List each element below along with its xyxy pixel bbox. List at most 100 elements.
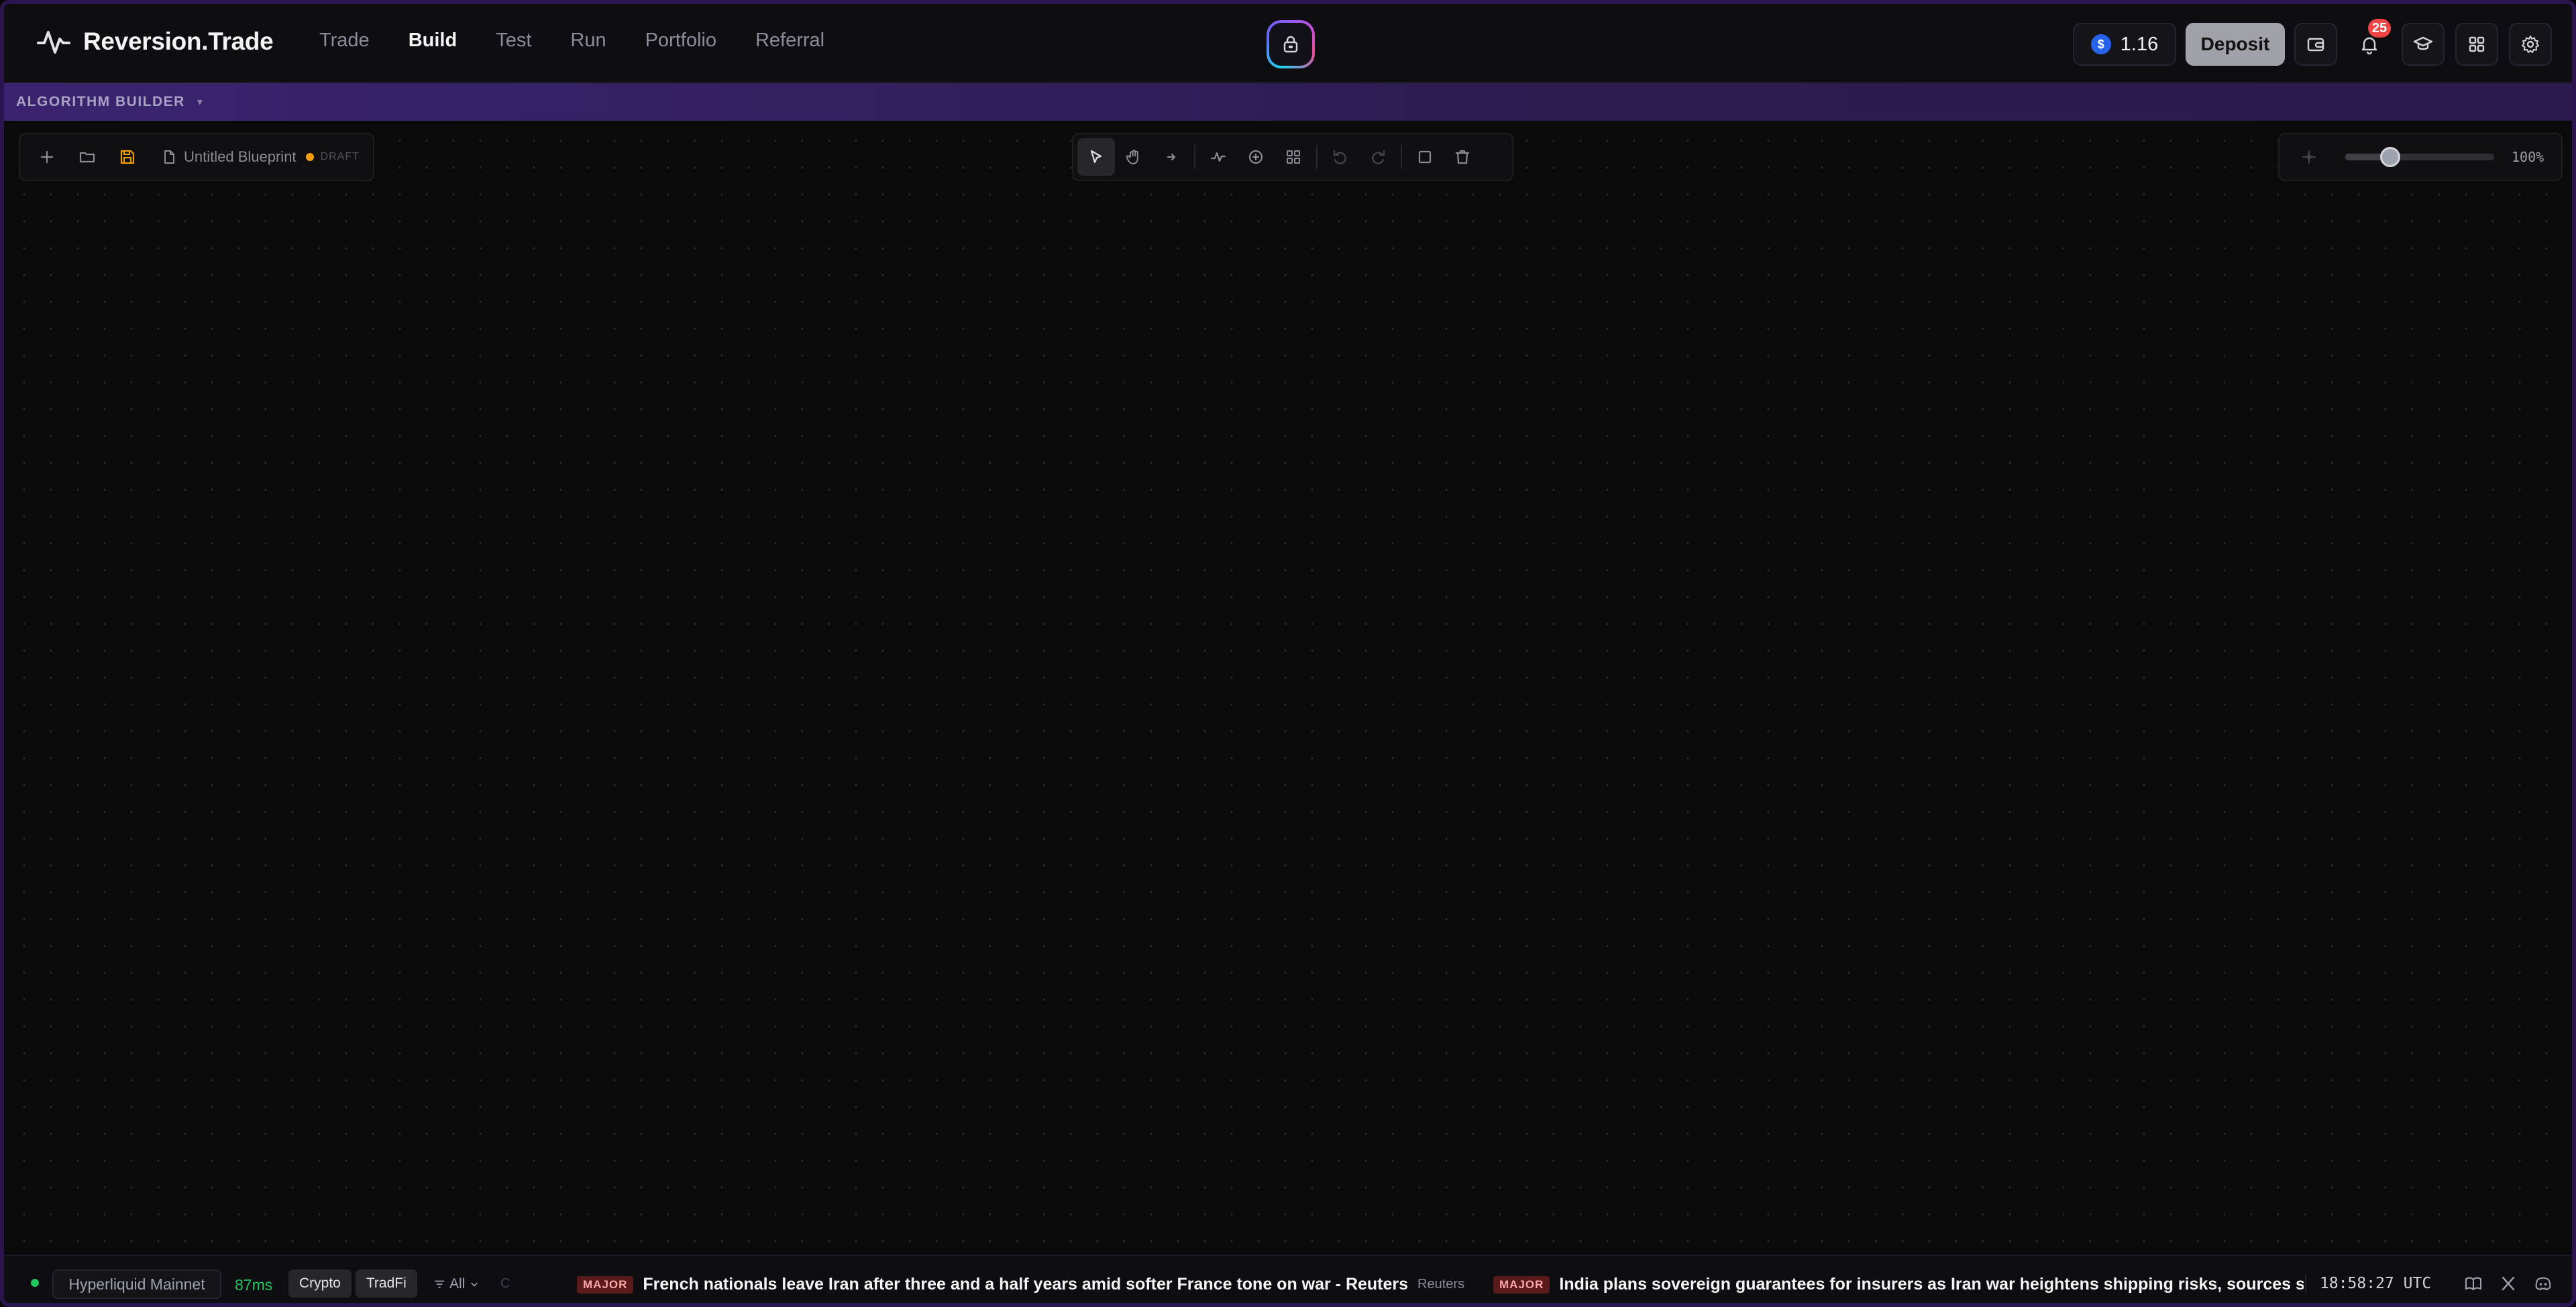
unsaved-dot [305,153,314,161]
undo-button[interactable] [1322,138,1359,176]
nav-build[interactable]: Build [409,30,458,52]
news-item[interactable]: MAJOR French nationals leave Iran after … [577,1275,1464,1294]
redo-icon [1372,150,1385,164]
canvas-tools [1072,133,1513,181]
book-open-icon [2465,1277,2481,1290]
save-button[interactable] [109,138,146,176]
market-tab-tradfi[interactable]: TradFi [355,1269,417,1298]
pan-tool[interactable] [1115,138,1152,176]
news-tag: MAJOR [1493,1275,1550,1294]
lock-bag-icon [1283,36,1298,53]
new-button[interactable] [28,138,66,176]
nav-trade[interactable]: Trade [319,30,370,52]
connection-status-dot [31,1279,39,1287]
section-title: ALGORITHM BUILDER [16,94,185,109]
file-name-display[interactable]: Untitled Blueprint DRAFT [161,148,360,166]
nav-test[interactable]: Test [496,30,531,52]
hand-icon [1126,150,1138,164]
discord-button[interactable] [2532,1272,2555,1295]
file-toolbar: Untitled Blueprint DRAFT [19,133,374,181]
assistant-button[interactable] [1267,20,1315,68]
latency-value: 87ms [235,1276,273,1294]
market-toggle: Crypto TradFi [288,1269,417,1298]
main-nav: Trade Build Test Run Portfolio Referral [319,30,824,52]
indicator-tool[interactable] [1199,138,1237,176]
crosshair-icon [2302,150,2316,164]
x-logo-icon [2502,1276,2515,1291]
fit-view-button[interactable] [2290,138,2328,176]
balance-value: 1.16 [2120,33,2159,55]
utc-clock: 18:58:27 UTC [2305,1275,2431,1292]
zoom-slider-thumb[interactable] [2379,147,2400,167]
nav-referral[interactable]: Referral [755,30,824,52]
x-social-button[interactable] [2497,1272,2520,1295]
ticker-fragment: C [500,1276,511,1291]
zoom-slider[interactable] [2345,147,2494,167]
connect-tool[interactable] [1152,138,1190,176]
zoom-controls: 100% [2278,133,2563,181]
frame-tool[interactable] [1406,138,1444,176]
nav-run[interactable]: Run [570,30,606,52]
wallet-button[interactable] [2294,23,2337,66]
file-title: Untitled Blueprint [184,148,297,165]
deposit-button[interactable]: Deposit [2186,23,2285,66]
news-source: Reuters [1417,1277,1465,1292]
add-node-tool[interactable] [1237,138,1275,176]
logo-wave-icon [37,31,70,54]
plus-circle-icon [1248,150,1263,164]
gear-icon [2522,36,2539,53]
redo-button[interactable] [1359,138,1397,176]
status-bar: Hyperliquid Mainnet 87ms Crypto TradFi A… [4,1255,2572,1303]
notifications-button[interactable]: 25 [2348,19,2391,66]
open-button[interactable] [68,138,106,176]
notification-badge: 25 [2368,19,2391,38]
cursor-arrow-icon [1090,150,1102,164]
square-icon [1418,150,1432,164]
arrow-right-icon [1167,153,1176,161]
settings-button[interactable] [2509,23,2552,66]
app-window: Reversion.Trade Trade Build Test Run Por… [0,0,2576,1307]
trash-icon [1455,150,1470,164]
balance-display[interactable]: $ 1.16 [2073,23,2176,66]
network-selector[interactable]: Hyperliquid Mainnet [52,1269,221,1299]
news-filter[interactable]: All [433,1276,480,1292]
graduation-cap-icon [2413,36,2433,50]
delete-button[interactable] [1444,138,1481,176]
undo-icon [1333,150,1346,164]
section-header[interactable]: ALGORITHM BUILDER ▾ [4,83,2572,121]
brand-logo[interactable]: Reversion.Trade [36,27,274,56]
news-headline: India plans sovereign guarantees for ins… [1559,1275,2304,1294]
file-icon [164,150,174,164]
grid-icon [1287,150,1300,164]
market-tab-crypto[interactable]: Crypto [288,1269,352,1298]
news-ticker[interactable]: C MAJOR French nationals leave Iran afte… [500,1256,2304,1303]
nav-portfolio[interactable]: Portfolio [645,30,716,52]
templates-tool[interactable] [1275,138,1312,176]
folder-icon [79,152,95,163]
save-icon [120,150,135,164]
app-name: Reversion.Trade [83,28,274,55]
wallet-icon [2307,38,2324,52]
top-header: Reversion.Trade Trade Build Test Run Por… [4,4,2572,83]
draft-label: DRAFT [320,151,360,162]
activity-icon [1210,152,1226,162]
news-item[interactable]: MAJOR India plans sovereign guarantees f… [1493,1275,2304,1294]
filter-label: All [449,1276,466,1292]
section-caret-icon[interactable]: ▾ [197,95,203,109]
docs-button[interactable] [2462,1272,2485,1295]
apps-button[interactable] [2455,23,2498,66]
toolbar-divider [1401,145,1402,169]
plus-icon [40,150,54,164]
usdc-coin-icon: $ [2090,34,2111,54]
grid-icon [2469,36,2485,52]
learn-button[interactable] [2402,23,2445,66]
toolbar-divider [1316,145,1318,169]
toolbar-divider [1194,145,1195,169]
news-tag: MAJOR [577,1275,634,1294]
builder-canvas[interactable]: Untitled Blueprint DRAFT 100% [4,121,2572,1255]
select-tool[interactable] [1077,138,1115,176]
news-headline: French nationals leave Iran after three … [643,1275,1409,1294]
chevron-down-icon [471,1282,478,1287]
zoom-value: 100% [2512,149,2544,165]
filter-icon [434,1280,445,1288]
